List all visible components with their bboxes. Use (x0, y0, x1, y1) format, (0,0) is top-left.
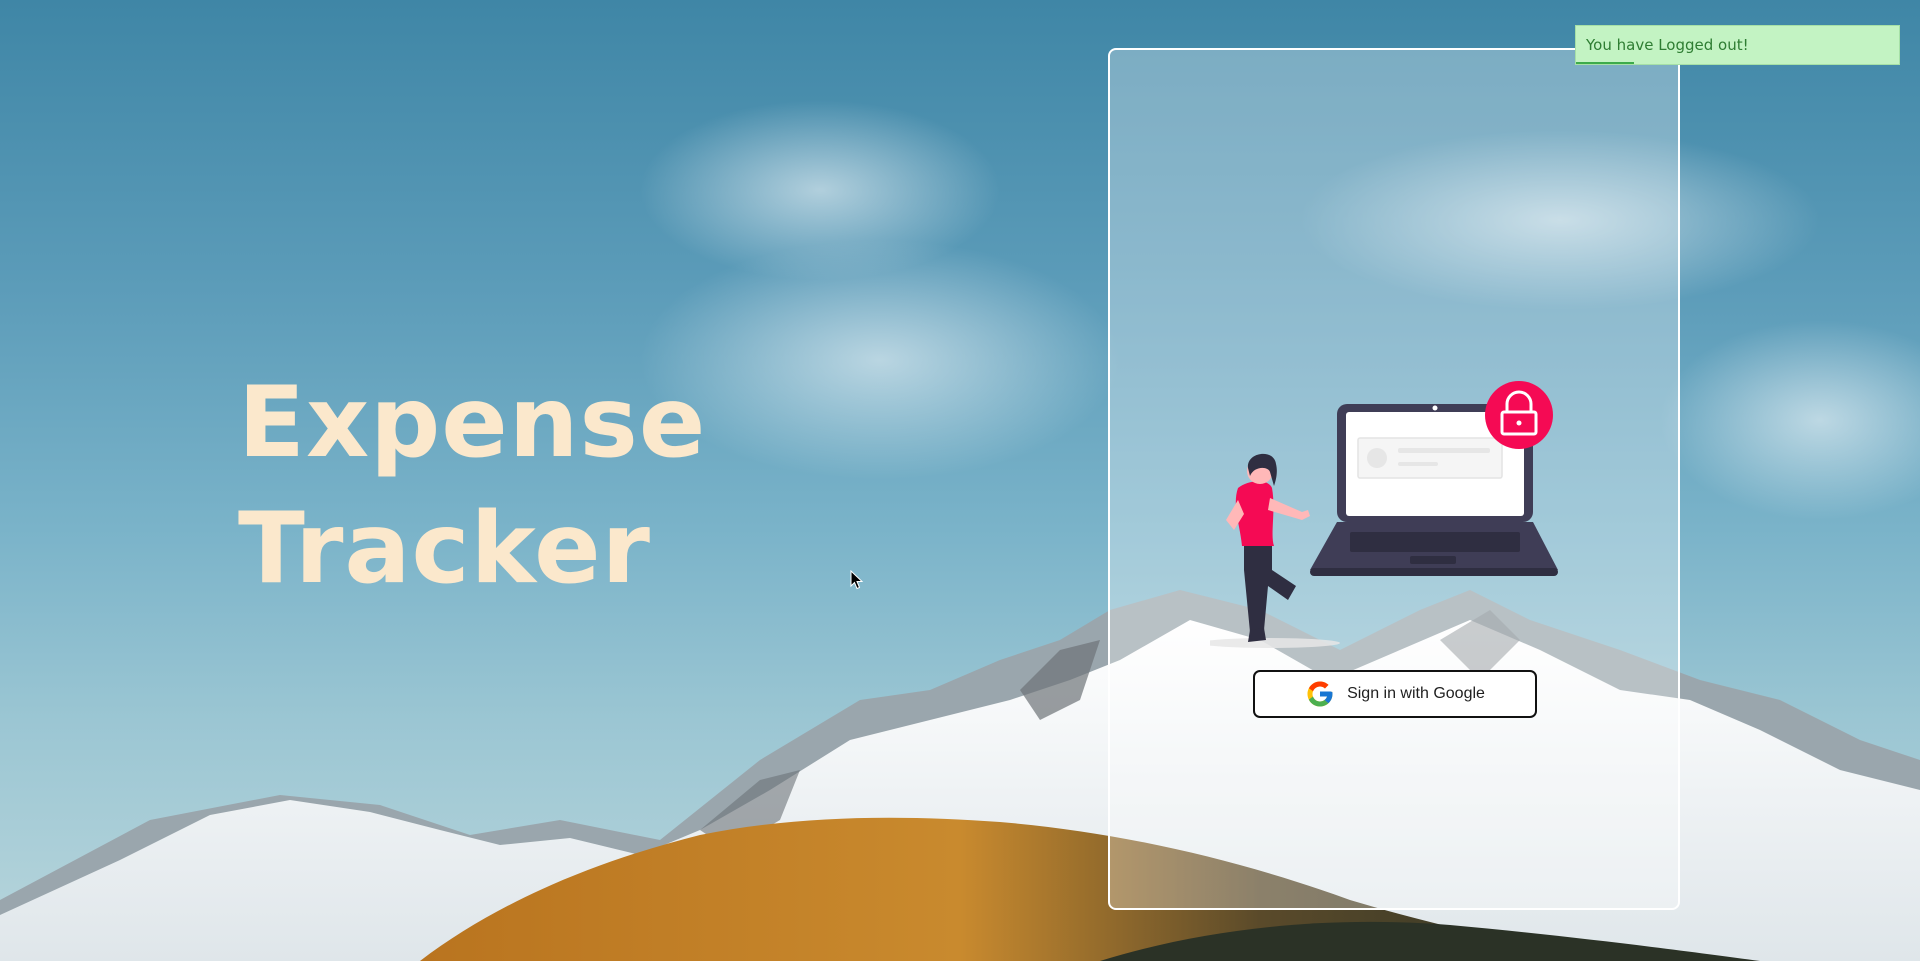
app-title: Expense Tracker (238, 360, 706, 612)
app-title-line-2: Tracker (238, 492, 651, 606)
laptop-lock-illustration (1210, 381, 1558, 648)
google-signin-label: Sign in with Google (1347, 685, 1485, 702)
toast-message: You have Logged out! (1586, 36, 1749, 54)
google-signin-button[interactable]: Sign in with Google (1253, 670, 1537, 718)
app-title-line-1: Expense (238, 366, 707, 480)
login-card: Sign in with Google (1108, 48, 1680, 910)
logout-toast[interactable]: You have Logged out! (1575, 25, 1900, 65)
google-g-icon (1307, 681, 1333, 707)
mouse-cursor-icon (850, 570, 864, 590)
toast-progress-bar (1576, 62, 1635, 64)
login-page: Expense Tracker Sign in with Google You … (0, 0, 1920, 961)
